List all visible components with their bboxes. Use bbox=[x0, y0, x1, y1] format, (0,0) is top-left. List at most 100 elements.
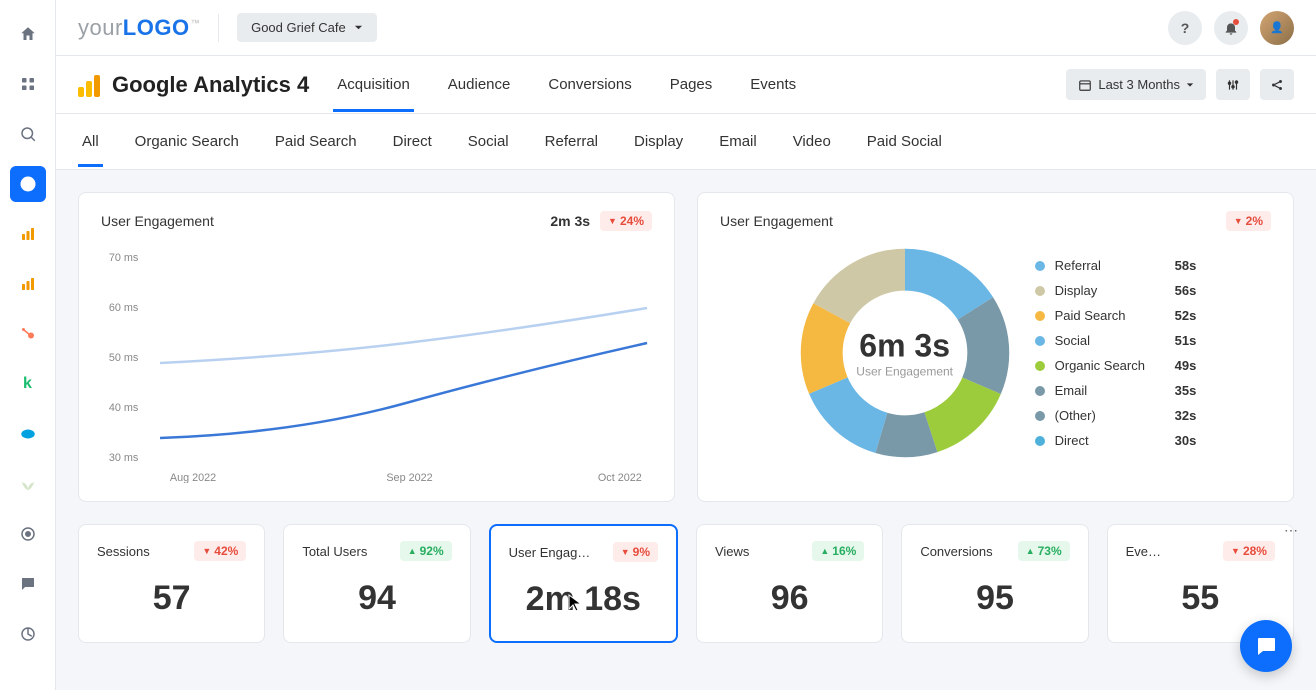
nav-goal-icon[interactable] bbox=[10, 616, 46, 652]
channel-social[interactable]: Social bbox=[464, 117, 513, 166]
workspace-selector[interactable]: Good Grief Cafe bbox=[237, 13, 377, 42]
kpi-card[interactable]: Views▲16%96 bbox=[696, 524, 883, 643]
legend-value: 49s bbox=[1175, 358, 1197, 373]
user-avatar[interactable]: 👤 bbox=[1260, 11, 1294, 45]
svg-text:30 ms: 30 ms bbox=[109, 452, 139, 464]
legend-label: Display bbox=[1055, 283, 1165, 298]
nav-hubspot-icon[interactable] bbox=[10, 316, 46, 352]
legend-dot bbox=[1035, 286, 1045, 296]
legend-row: Display56s bbox=[1035, 283, 1197, 298]
kpi-title: Sessions bbox=[97, 544, 150, 559]
nav-apps-icon[interactable] bbox=[10, 66, 46, 102]
tab-acquisition[interactable]: Acquisition bbox=[333, 58, 414, 111]
donut-legend: Referral58sDisplay56sPaid Search52sSocia… bbox=[1035, 258, 1197, 448]
kpi-value: 55 bbox=[1126, 579, 1275, 618]
svg-text:Aug 2022: Aug 2022 bbox=[170, 472, 216, 483]
channel-video[interactable]: Video bbox=[789, 117, 835, 166]
donut-chart: 6m 3s User Engagement bbox=[795, 243, 1015, 463]
svg-text:Oct 2022: Oct 2022 bbox=[598, 472, 642, 483]
channel-direct[interactable]: Direct bbox=[389, 117, 436, 166]
date-range-button[interactable]: Last 3 Months bbox=[1066, 69, 1206, 100]
svg-text:40 ms: 40 ms bbox=[109, 402, 139, 414]
kpi-row: ⋯ Sessions▼42%57Total Users▲92%94User En… bbox=[78, 524, 1294, 643]
channel-display[interactable]: Display bbox=[630, 117, 687, 166]
legend-value: 52s bbox=[1175, 308, 1197, 323]
legend-dot bbox=[1035, 411, 1045, 421]
kpi-delta: ▲73% bbox=[1018, 541, 1070, 561]
tab-events[interactable]: Events bbox=[746, 58, 800, 111]
legend-value: 35s bbox=[1175, 383, 1197, 398]
chevron-down-icon bbox=[1186, 81, 1194, 89]
channel-tabs: All Organic Search Paid Search Direct So… bbox=[56, 114, 1316, 170]
channel-organic[interactable]: Organic Search bbox=[131, 117, 243, 166]
nav-chat-icon[interactable] bbox=[10, 566, 46, 602]
svg-text:60 ms: 60 ms bbox=[109, 302, 139, 314]
kpi-value: 95 bbox=[920, 579, 1069, 618]
legend-row: Paid Search 52s bbox=[1035, 308, 1197, 323]
nav-home-icon[interactable] bbox=[10, 16, 46, 52]
kpi-value: 2m 18s bbox=[509, 580, 658, 619]
donut-center-label: User Engagement bbox=[856, 365, 953, 379]
channel-all[interactable]: All bbox=[78, 117, 103, 166]
kpi-card[interactable]: Total Users▲92%94 bbox=[283, 524, 470, 643]
kpi-delta: ▼28% bbox=[1223, 541, 1275, 561]
nav-signals2-icon[interactable] bbox=[10, 266, 46, 302]
legend-value: 32s bbox=[1175, 408, 1197, 423]
chat-fab[interactable] bbox=[1240, 620, 1292, 672]
share-icon bbox=[1270, 78, 1284, 92]
legend-value: 30s bbox=[1175, 433, 1197, 448]
kpi-delta: ▲16% bbox=[812, 541, 864, 561]
engagement-donut-card: User Engagement ▼2% bbox=[697, 192, 1294, 502]
engagement-value: 2m 3s bbox=[550, 213, 590, 229]
legend-label: Social bbox=[1055, 333, 1165, 348]
share-button[interactable] bbox=[1260, 69, 1294, 100]
legend-dot bbox=[1035, 261, 1045, 271]
legend-dot bbox=[1035, 311, 1045, 321]
brand-logo: yourLOGO™ bbox=[78, 15, 200, 41]
channel-referral[interactable]: Referral bbox=[541, 117, 602, 166]
legend-row: Social 51s bbox=[1035, 333, 1197, 348]
legend-dot bbox=[1035, 386, 1045, 396]
kpi-more-icon[interactable]: ⋯ bbox=[1284, 522, 1298, 539]
donut-delta: ▼2% bbox=[1226, 211, 1271, 231]
nav-salesforce-icon[interactable] bbox=[10, 416, 46, 452]
nav-search-icon[interactable] bbox=[10, 116, 46, 152]
channel-paid-search[interactable]: Paid Search bbox=[271, 117, 361, 166]
kpi-card[interactable]: Sessions▼42%57 bbox=[78, 524, 265, 643]
nav-signals-icon[interactable] bbox=[10, 216, 46, 252]
channel-paid-social[interactable]: Paid Social bbox=[863, 117, 946, 166]
legend-value: 58s bbox=[1175, 258, 1197, 273]
page-header: Google Analytics 4 Acquisition Audience … bbox=[56, 56, 1316, 114]
kpi-value: 94 bbox=[302, 579, 451, 618]
legend-value: 51s bbox=[1175, 333, 1197, 348]
kpi-title: Conversions bbox=[920, 544, 992, 559]
settings-button[interactable] bbox=[1216, 69, 1250, 100]
kpi-title: Eve… bbox=[1126, 544, 1161, 559]
notifications-button[interactable] bbox=[1214, 11, 1248, 45]
legend-label: Email bbox=[1055, 383, 1165, 398]
engagement-delta: ▼24% bbox=[600, 211, 652, 231]
nav-target-icon[interactable] bbox=[10, 516, 46, 552]
left-nav-rail: k bbox=[0, 0, 56, 690]
tab-pages[interactable]: Pages bbox=[666, 58, 717, 111]
topbar: yourLOGO™ Good Grief Cafe ? 👤 bbox=[56, 0, 1316, 56]
legend-row: Email 35s bbox=[1035, 383, 1197, 398]
legend-label: Paid Search bbox=[1055, 308, 1165, 323]
nav-analytics-icon[interactable] bbox=[10, 166, 46, 202]
kpi-delta: ▼9% bbox=[613, 542, 658, 562]
nav-k-icon[interactable]: k bbox=[10, 366, 46, 402]
sliders-icon bbox=[1226, 78, 1240, 92]
calendar-icon bbox=[1078, 78, 1092, 92]
kpi-card[interactable]: User Engag…▼9%2m 18s bbox=[489, 524, 678, 643]
kpi-title: Views bbox=[715, 544, 749, 559]
channel-email[interactable]: Email bbox=[715, 117, 761, 166]
ga4-icon bbox=[78, 73, 102, 97]
kpi-card[interactable]: Conversions ▲73% 95 bbox=[901, 524, 1088, 643]
engagement-card-title: User Engagement bbox=[101, 213, 214, 229]
nav-seed-icon[interactable] bbox=[10, 466, 46, 502]
engagement-line-card: User Engagement 2m 3s ▼24% 70 ms 60 ms 5… bbox=[78, 192, 675, 502]
tab-audience[interactable]: Audience bbox=[444, 58, 515, 111]
page-title: Google Analytics 4 bbox=[112, 72, 309, 98]
tab-conversions[interactable]: Conversions bbox=[544, 58, 635, 111]
help-button[interactable]: ? bbox=[1168, 11, 1202, 45]
